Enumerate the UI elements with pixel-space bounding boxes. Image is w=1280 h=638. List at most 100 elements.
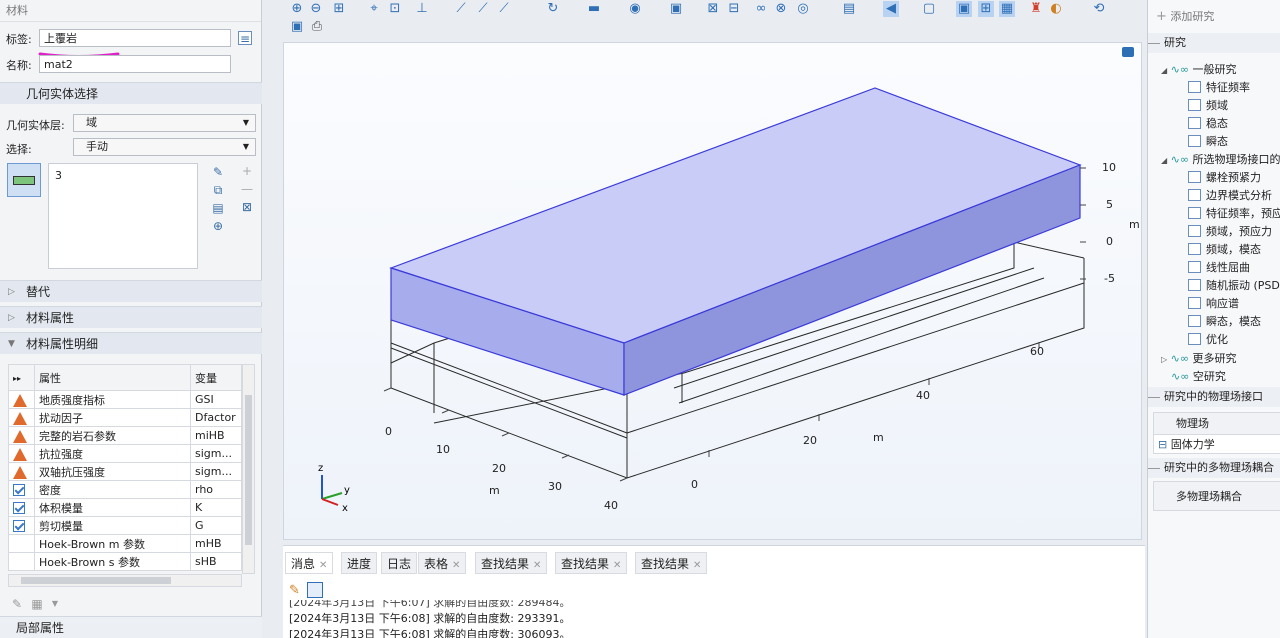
- chevron-down-icon[interactable]: ▼: [48, 597, 62, 611]
- table-vertical-scrollbar[interactable]: [242, 364, 255, 574]
- table-row[interactable]: Hoek-Brown s 参数 sHB: [8, 552, 242, 571]
- table-row[interactable]: 体积模量 K: [8, 498, 242, 517]
- zoom-extents-icon[interactable]: ⊡: [387, 1, 403, 17]
- tree-item-study-step[interactable]: 频域: [1188, 97, 1228, 113]
- tree-item-study-step[interactable]: 特征频率，预应力: [1188, 205, 1280, 221]
- show-icon[interactable]: ⊗: [773, 1, 789, 17]
- table-row[interactable]: 完整的岩石参数 miHB: [8, 426, 242, 445]
- scrollbar-thumb[interactable]: [245, 395, 252, 545]
- tree-item-study-step[interactable]: 螺栓预紧力: [1188, 169, 1261, 185]
- label-field[interactable]: 上覆岩: [39, 29, 231, 47]
- sound-icon[interactable]: ◀: [883, 1, 899, 17]
- section-override[interactable]: ▷ 替代: [0, 280, 262, 302]
- close-icon[interactable]: ✕: [693, 560, 701, 571]
- tree-item-study-step[interactable]: 瞬态: [1188, 133, 1228, 149]
- close-icon[interactable]: ✕: [319, 560, 327, 571]
- hide-icon[interactable]: ∞: [753, 1, 769, 17]
- tab-search-results-1[interactable]: 查找结果 ✕: [475, 552, 548, 574]
- zoom-box-icon[interactable]: ⊞: [331, 1, 347, 17]
- rotate-icon[interactable]: ↻: [545, 1, 561, 17]
- camera-icon[interactable]: ▣: [668, 1, 684, 17]
- table-row[interactable]: 扰动因子 Dfactor: [8, 408, 242, 427]
- tree-item-study-step[interactable]: 边界模式分析: [1188, 187, 1272, 203]
- selection-list[interactable]: 3: [48, 163, 198, 269]
- tab-progress[interactable]: 进度: [341, 552, 378, 574]
- mesh-icon[interactable]: ▦: [999, 1, 1015, 17]
- print-icon[interactable]: ⎙: [309, 19, 325, 35]
- name-field[interactable]: mat2: [39, 55, 231, 73]
- tree-item-study-step[interactable]: 特征频率: [1188, 79, 1250, 95]
- graphics-window[interactable]: 10 5 0 -5 m 0 10 20 30 40 m 0 20 40 60 m…: [283, 42, 1142, 540]
- geometric-entity-section[interactable]: 几何实体选择: [0, 82, 262, 104]
- zoom-to-selection-icon[interactable]: ⊕: [211, 219, 225, 233]
- close-icon[interactable]: ✕: [452, 560, 460, 571]
- select-icon[interactable]: ✎: [211, 165, 225, 179]
- grid-icon[interactable]: ⊞: [978, 1, 994, 17]
- zoom-out-icon[interactable]: ⊖: [308, 1, 324, 17]
- yz-plane-icon[interactable]: ⟋: [475, 1, 491, 17]
- tree-item-empty-study[interactable]: ∿∞ 空研究: [1171, 368, 1226, 384]
- wireframe-icon[interactable]: ▢: [921, 1, 937, 17]
- selection-item[interactable]: 3: [55, 169, 62, 182]
- close-icon[interactable]: ✕: [533, 560, 541, 571]
- geometry-view[interactable]: 10 5 0 -5 m 0 10 20 30 40 m 0 20 40 60 m…: [284, 43, 1143, 541]
- lighting-icon[interactable]: ♜: [1028, 1, 1044, 17]
- tree-item-more-studies[interactable]: ▷ ∿∞ 更多研究: [1161, 350, 1237, 366]
- active-toggle-button[interactable]: [7, 163, 41, 197]
- zoom-in-icon[interactable]: ⊕: [289, 1, 305, 17]
- section-material-property-details[interactable]: ▼ 材料属性明细: [0, 332, 262, 354]
- geom-level-dropdown[interactable]: 域 ▼: [73, 114, 256, 132]
- table-row[interactable]: 密度 rho: [8, 480, 242, 499]
- section-material-properties[interactable]: ▷ 材料属性: [0, 306, 262, 328]
- close-icon[interactable]: ✕: [613, 560, 621, 571]
- clear-messages-icon[interactable]: ✎: [289, 583, 301, 598]
- tree-item-study-step[interactable]: 频域，预应力: [1188, 223, 1272, 239]
- zoom-selected-icon[interactable]: ⌖: [366, 1, 382, 17]
- headlight-icon[interactable]: ◐: [1048, 1, 1064, 17]
- tree-item-study-step[interactable]: 线性屈曲: [1188, 259, 1250, 275]
- tab-search-results-2[interactable]: 查找结果 ✕: [555, 552, 628, 574]
- edit-icon[interactable]: ✎: [10, 597, 24, 611]
- image-snapshot-icon[interactable]: ▣: [289, 19, 305, 35]
- paste-icon[interactable]: ▤: [211, 201, 225, 215]
- selection-dropdown[interactable]: 手动 ▼: [73, 138, 256, 156]
- table-options-icon[interactable]: ▦: [30, 597, 44, 611]
- xz-plane-icon[interactable]: ⟋: [496, 1, 512, 17]
- tree-item-study-step[interactable]: 瞬态，模态: [1188, 313, 1261, 329]
- xy-plane-icon[interactable]: ⟋: [453, 1, 469, 17]
- select-box-icon[interactable]: ⊟: [726, 1, 742, 17]
- select-objects-icon[interactable]: ⊠: [705, 1, 721, 17]
- transparency-icon[interactable]: ◉: [627, 1, 643, 17]
- tree-item-general-study[interactable]: ◢ ∿∞ 一般研究: [1161, 61, 1237, 77]
- tab-log[interactable]: 日志: [381, 552, 418, 574]
- tab-messages[interactable]: 消息 ✕: [285, 552, 334, 574]
- visibility-icon[interactable]: ◎: [795, 1, 811, 17]
- table-row[interactable]: 剪切模量 G: [8, 516, 242, 535]
- table-row[interactable]: 地质强度指标 GSI: [8, 390, 242, 409]
- section-local-properties[interactable]: 局部属性: [0, 616, 262, 638]
- tree-item-study-step[interactable]: 稳态: [1188, 115, 1228, 131]
- tab-search-results-3[interactable]: 查找结果 ✕: [635, 552, 708, 574]
- physics-row-solid-mechanics[interactable]: ⊟ 固体力学: [1154, 436, 1280, 454]
- scrollbar-thumb[interactable]: [21, 577, 171, 584]
- copy-icon[interactable]: ⧉: [211, 183, 225, 197]
- window-options-icon[interactable]: [1122, 47, 1134, 57]
- table-row[interactable]: 抗拉强度 sigm...: [8, 444, 242, 463]
- expand-all-header[interactable]: ▸▸: [8, 364, 35, 391]
- tree-item-study-step[interactable]: 优化: [1188, 331, 1228, 347]
- reset-view-icon[interactable]: ⟲: [1091, 1, 1107, 17]
- tab-table[interactable]: 表格 ✕: [418, 552, 467, 574]
- add-study-button[interactable]: + 添加研究: [1156, 8, 1214, 24]
- render-icon[interactable]: ▣: [956, 1, 972, 17]
- table-row[interactable]: 双轴抗压强度 sigm...: [8, 462, 242, 481]
- export-messages-icon[interactable]: [307, 582, 323, 598]
- clear-selection-icon[interactable]: ⊠: [240, 200, 254, 214]
- tree-item-selected-interface-studies[interactable]: ◢ ∿∞ 所选物理场接口的研究: [1161, 151, 1280, 167]
- table-horizontal-scrollbar[interactable]: [8, 574, 242, 587]
- selection-list-icon[interactable]: ▤: [841, 1, 857, 17]
- view-axis-icon[interactable]: ⊥: [414, 1, 430, 17]
- tree-item-study-step[interactable]: 响应谱: [1188, 295, 1239, 311]
- view-options-icon[interactable]: ▬: [586, 1, 602, 17]
- tree-item-study-step[interactable]: 随机振动 (PSD): [1188, 277, 1280, 293]
- tree-item-study-step[interactable]: 频域，模态: [1188, 241, 1261, 257]
